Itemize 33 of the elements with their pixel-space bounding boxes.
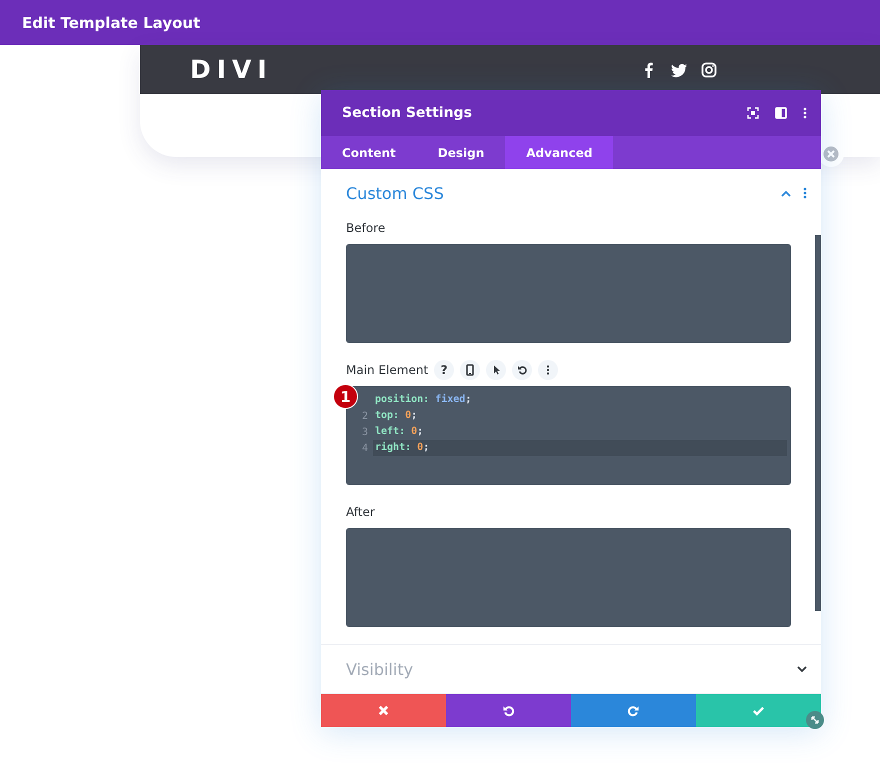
group-title[interactable]: Custom CSS [346, 184, 781, 202]
camera-icon[interactable] [700, 62, 717, 78]
scrollbar[interactable] [815, 235, 821, 611]
phone-icon[interactable] [464, 364, 476, 376]
modal-title: Section Settings [342, 105, 473, 121]
tab[interactable]: Design [416, 136, 506, 169]
help-button[interactable]: ? [434, 360, 454, 380]
resize-handle[interactable] [806, 711, 824, 729]
code-line: left: 0; [374, 425, 424, 439]
focus-icon[interactable] [747, 107, 759, 119]
redo-icon [627, 704, 640, 717]
step-badge: 1 [333, 384, 358, 409]
page-title: Edit Template Layout [22, 14, 200, 32]
more-icon[interactable] [803, 107, 807, 119]
line-number: 3 [360, 426, 369, 438]
tab[interactable]: Content [321, 136, 417, 169]
code-line: top: 0; [374, 409, 418, 423]
tab[interactable]: Advanced [505, 136, 614, 169]
code-line: position: fixed; [374, 392, 472, 407]
reset-icon[interactable] [516, 364, 528, 376]
field-label: Main Element [346, 363, 428, 377]
line-number: 2 [360, 410, 369, 422]
check-icon [752, 704, 765, 717]
undo-icon [502, 704, 515, 717]
site-logo: DIVI [190, 55, 273, 84]
close-icon [377, 704, 390, 717]
columns-icon[interactable] [775, 107, 787, 119]
line-number: 4 [360, 442, 369, 454]
chevron-down-icon[interactable] [797, 666, 807, 672]
field-label: After [346, 505, 375, 519]
field-label: Before [346, 221, 386, 235]
twitter-icon[interactable] [670, 62, 687, 78]
chevron-up-icon[interactable] [781, 190, 791, 196]
